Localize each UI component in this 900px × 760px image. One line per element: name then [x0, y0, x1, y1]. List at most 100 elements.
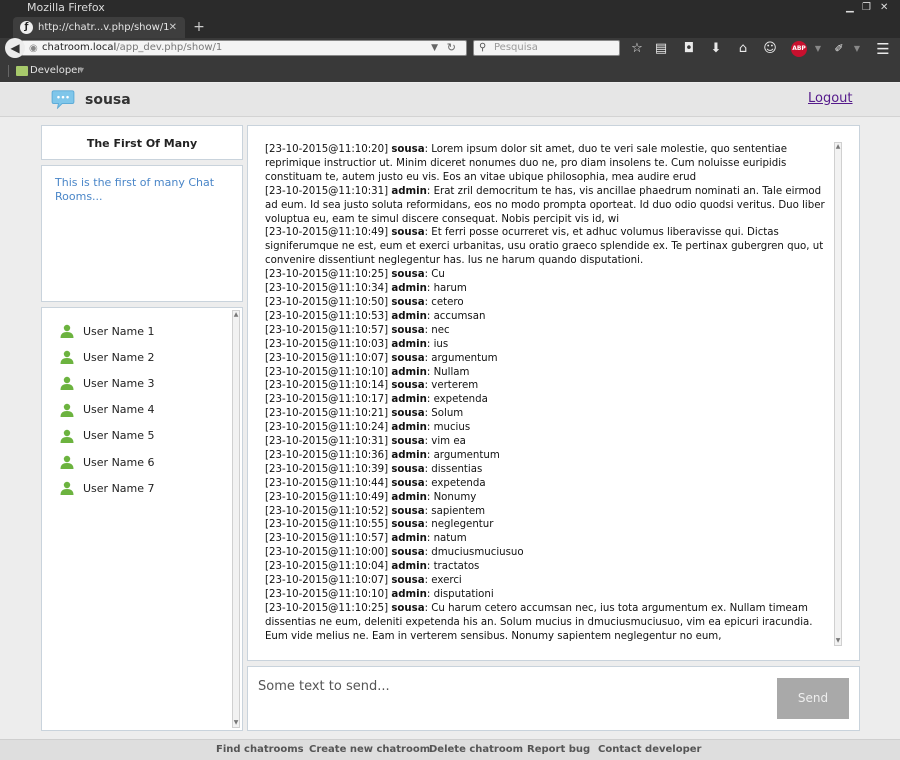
symfony-favicon-icon: ƒ — [20, 21, 33, 34]
chat-message: [23-10-2015@11:10:07] sousa: exerci — [265, 575, 462, 587]
user-list-scrollbar[interactable]: ▲ ▼ — [232, 310, 240, 728]
chat-message: [23-10-2015@11:10:31] admin: Erat zril d… — [265, 185, 825, 225]
minimize-icon[interactable]: ▁ — [846, 0, 854, 16]
user-list-item[interactable]: User Name 1 — [60, 318, 155, 344]
message-text: disputationi — [433, 589, 494, 600]
message-text: exerci — [431, 575, 462, 587]
scroll-up-icon[interactable]: ▲ — [233, 311, 239, 319]
message-timestamp: [23-10-2015@11:10:39] — [265, 463, 389, 475]
user-name: User Name 2 — [83, 350, 155, 364]
message-text: Nonumy — [433, 491, 477, 503]
search-bar[interactable]: ⚲ Pesquisa — [473, 40, 620, 56]
message-timestamp: [23-10-2015@11:10:25] — [265, 602, 389, 614]
pocket-icon[interactable]: ◘ — [680, 40, 698, 58]
user-icon — [60, 377, 74, 391]
url-bar[interactable]: ◉ chatroom.local/app_dev.php/show/1 ▼ ↻ — [21, 40, 467, 56]
chat-message: [23-10-2015@11:10:10] admin: Nullam — [265, 366, 470, 378]
footer-link-create-chatroom[interactable]: Create new chatroom — [309, 740, 430, 760]
message-timestamp: [23-10-2015@11:10:57] — [265, 533, 389, 545]
reading-list-icon[interactable]: ▤ — [652, 40, 670, 58]
user-list-item[interactable]: User Name 4 — [60, 397, 155, 423]
message-timestamp: [23-10-2015@11:10:04] — [265, 561, 389, 573]
user-name: User Name 4 — [83, 403, 155, 417]
chat-message: [23-10-2015@11:10:10] admin: disputation… — [265, 589, 494, 600]
message-text: argumentum — [433, 449, 500, 461]
message-log: [23-10-2015@11:10:20] sousa: Lorem ipsum… — [265, 143, 833, 644]
message-author: sousa — [391, 352, 425, 364]
user-name: User Name 7 — [83, 481, 155, 495]
message-author: sousa — [391, 547, 425, 559]
user-icon — [60, 351, 74, 365]
message-timestamp: [23-10-2015@11:10:49] — [265, 227, 389, 239]
message-timestamp: [23-10-2015@11:10:00] — [265, 547, 389, 559]
globe-icon: ◉ — [29, 43, 38, 54]
home-icon[interactable]: ⌂ — [734, 40, 752, 58]
search-icon: ⚲ — [479, 42, 487, 53]
message-author: admin — [391, 589, 427, 600]
message-timestamp: [23-10-2015@11:10:57] — [265, 324, 389, 336]
message-author: sousa — [391, 144, 425, 155]
back-arrow-icon[interactable]: ◀ — [5, 38, 25, 58]
abp-dropdown-icon[interactable]: ▼ — [809, 40, 827, 58]
footer-link-contact-developer[interactable]: Contact developer — [598, 740, 701, 760]
message-text: ius — [433, 338, 449, 350]
bookmark-folder-developer[interactable]: Developer — [30, 60, 81, 82]
chat-message: [23-10-2015@11:10:49] sousa: Et ferri po… — [265, 227, 824, 267]
close-window-icon[interactable]: ✕ — [880, 0, 888, 16]
message-author: admin — [391, 561, 427, 573]
message-author: admin — [391, 338, 427, 350]
url-dropdown-icon[interactable]: ▼ — [431, 41, 438, 55]
chat-message: [23-10-2015@11:10:44] sousa: expetenda — [265, 477, 486, 489]
user-list-item[interactable]: User Name 3 — [60, 370, 155, 396]
chat-message: [23-10-2015@11:10:53] admin: accumsan — [265, 310, 486, 322]
adblock-icon[interactable]: ABP — [791, 41, 807, 57]
reload-icon[interactable]: ↻ — [447, 41, 456, 55]
chevron-down-icon[interactable]: ▾ — [79, 60, 84, 82]
footer-link-find-chatrooms[interactable]: Find chatrooms — [216, 740, 304, 760]
chat-messages-panel: [23-10-2015@11:10:20] sousa: Lorem ipsum… — [247, 125, 860, 661]
message-author: admin — [391, 422, 427, 434]
message-text: vim ea — [431, 436, 466, 448]
download-icon[interactable]: ⬇ — [707, 40, 725, 58]
message-author: sousa — [391, 463, 425, 475]
message-author: admin — [391, 491, 427, 503]
message-author: admin — [391, 533, 427, 545]
user-list-item[interactable]: User Name 5 — [60, 423, 155, 449]
user-icon — [60, 455, 74, 470]
logout-link[interactable]: Logout — [808, 91, 853, 106]
scroll-down-icon[interactable]: ▼ — [233, 719, 239, 727]
message-timestamp: [23-10-2015@11:10:10] — [265, 589, 389, 600]
chat-message: [23-10-2015@11:10:50] sousa: cetero — [265, 296, 464, 308]
message-author: sousa — [391, 269, 425, 281]
user-list-item[interactable]: User Name 6 — [60, 449, 155, 475]
scroll-up-icon[interactable]: ▲ — [835, 143, 841, 151]
user-list: User Name 1 User Name 2 User Name 3 User Na… — [41, 307, 243, 731]
tools-icon[interactable]: ✐ — [830, 40, 848, 58]
tools-dropdown-icon[interactable]: ▼ — [848, 40, 866, 58]
menu-icon[interactable]: ☰ — [874, 40, 892, 58]
footer-link-report-bug[interactable]: Report bug — [527, 740, 590, 760]
user-list-item[interactable]: User Name 7 — [60, 475, 155, 501]
browser-tab[interactable]: ƒ http://chatr...v.php/show/1 ✕ — [13, 17, 185, 38]
chat-message: [23-10-2015@11:10:52] sousa: sapientem — [265, 505, 486, 517]
scroll-down-icon[interactable]: ▼ — [835, 637, 841, 645]
message-text: argumentum — [431, 352, 498, 364]
bookmark-star-icon[interactable]: ☆ — [628, 40, 646, 58]
footer-link-delete-chatroom[interactable]: Delete chatroom — [429, 740, 523, 760]
chat-message: [23-10-2015@11:10:17] admin: expetenda — [265, 394, 488, 406]
message-timestamp: [23-10-2015@11:10:17] — [265, 394, 389, 406]
maximize-icon[interactable]: ❐ — [862, 0, 871, 16]
message-text: verterem — [431, 380, 479, 392]
message-timestamp: [23-10-2015@11:10:52] — [265, 505, 389, 517]
user-icon — [60, 324, 74, 339]
message-input[interactable] — [258, 675, 768, 697]
toolbar-separator — [8, 65, 9, 77]
messages-scrollbar[interactable]: ▲ ▼ — [834, 142, 842, 646]
new-tab-icon[interactable]: + — [192, 16, 206, 38]
send-button[interactable]: Send — [777, 678, 849, 719]
emoji-icon[interactable]: ☺ — [761, 40, 779, 58]
user-list-item[interactable]: User Name 2 — [60, 344, 155, 370]
app-header: sousa Logout — [0, 83, 900, 117]
url-path: /app_dev.php/show/1 — [116, 42, 223, 53]
close-tab-icon[interactable]: ✕ — [169, 17, 177, 38]
